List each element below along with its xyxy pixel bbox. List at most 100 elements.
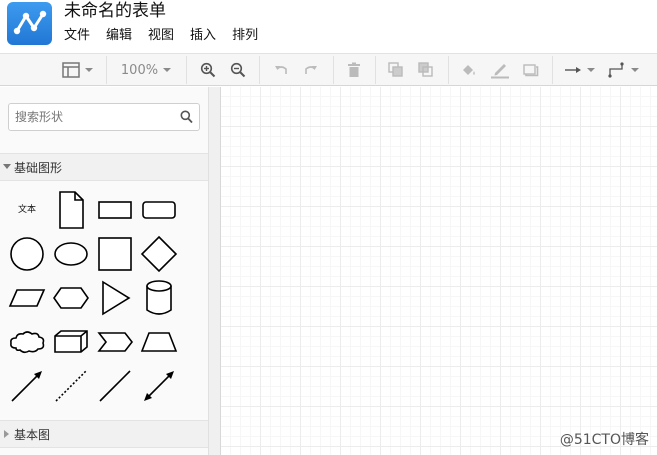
- arrow-right-icon: [564, 67, 581, 73]
- document-title[interactable]: 未命名的表单: [64, 0, 166, 22]
- zoom-out-button[interactable]: [227, 59, 249, 81]
- toolbar-divider: [106, 56, 107, 84]
- shape-diamond[interactable]: [139, 234, 179, 274]
- document-shape-icon: [59, 191, 84, 229]
- shape-rectangle[interactable]: [95, 190, 135, 230]
- shape-dotted-line[interactable]: [51, 366, 91, 406]
- shape-circle[interactable]: [7, 234, 47, 274]
- menu-arrange[interactable]: 排列: [232, 27, 258, 45]
- chevron-down-icon: [84, 68, 93, 72]
- shape-cylinder[interactable]: [139, 278, 179, 318]
- trapezoid-shape-icon: [140, 332, 178, 352]
- trash-icon: [348, 62, 360, 77]
- undo-button[interactable]: [270, 59, 292, 81]
- panel-layout-icon: [61, 62, 80, 78]
- toolbar: 100%: [0, 53, 657, 86]
- shape-document[interactable]: [51, 190, 91, 230]
- chevron-right-icon: [4, 430, 9, 438]
- sidebar: 基础图形 文本: [0, 87, 208, 455]
- shape-hexagon[interactable]: [51, 278, 91, 318]
- menu-bar: 文件 编辑 视图 插入 排列: [64, 27, 274, 45]
- menu-view[interactable]: 视图: [148, 27, 174, 45]
- menu-file[interactable]: 文件: [64, 27, 90, 45]
- app-window: 未命名的表单 文件 编辑 视图 插入 排列 100% 搜索形状 基础图形 文本 …: [0, 0, 657, 455]
- toolbar-divider: [333, 56, 334, 84]
- shape-parallelogram[interactable]: [7, 278, 47, 318]
- shape-ellipse[interactable]: [51, 234, 91, 274]
- pencil-icon: [491, 64, 509, 79]
- shape-rounded-rectangle[interactable]: [139, 190, 179, 230]
- layout-panel-button[interactable]: [58, 59, 96, 81]
- search-icon[interactable]: [180, 110, 193, 124]
- shape-cube[interactable]: [51, 322, 91, 362]
- cylinder-shape-icon: [146, 280, 172, 315]
- bidirectional-arrow-icon: [144, 371, 174, 401]
- ellipse-shape-icon: [54, 242, 88, 266]
- rectangle-shape-icon: [98, 201, 132, 219]
- toolbar-divider: [448, 56, 449, 84]
- shape-text[interactable]: 文本: [7, 190, 47, 230]
- shape-triangle[interactable]: [95, 278, 135, 318]
- toolbar-divider: [259, 56, 260, 84]
- line-color-button[interactable]: [488, 59, 512, 81]
- section-label: 基本图: [14, 428, 51, 442]
- toolbar-divider: [375, 56, 376, 84]
- shadow-button[interactable]: [520, 59, 542, 81]
- hexagon-shape-icon: [53, 287, 89, 309]
- toolbar-divider: [186, 56, 187, 84]
- bring-to-front-icon: [388, 62, 403, 77]
- chevron-down-icon: [586, 68, 595, 72]
- connector-style-button[interactable]: [562, 59, 596, 81]
- toolbar-divider: [552, 56, 553, 84]
- line-icon: [99, 370, 131, 402]
- send-to-back-button[interactable]: [415, 59, 437, 81]
- send-to-back-icon: [418, 62, 433, 77]
- shape-line[interactable]: [95, 366, 135, 406]
- section-basic-diagrams[interactable]: 基本图: [0, 420, 208, 448]
- zoom-select[interactable]: 100%: [118, 59, 174, 81]
- redo-button[interactable]: [300, 59, 322, 81]
- logo-graph-icon: [13, 10, 47, 35]
- shape-step[interactable]: [95, 322, 135, 362]
- undo-icon: [275, 66, 287, 74]
- chevron-down-icon: [163, 68, 172, 72]
- app-logo[interactable]: [7, 2, 52, 45]
- paint-bucket-icon: [463, 65, 475, 75]
- delete-button[interactable]: [343, 59, 365, 81]
- rounded-rectangle-shape-icon: [142, 201, 176, 219]
- shadow-icon: [523, 64, 539, 77]
- square-shape-icon: [98, 237, 132, 271]
- zoom-in-icon: [200, 62, 216, 78]
- circle-shape-icon: [10, 237, 44, 271]
- menu-edit[interactable]: 编辑: [106, 27, 132, 45]
- zoom-in-button[interactable]: [197, 59, 219, 81]
- shape-trapezoid[interactable]: [139, 322, 179, 362]
- zoom-level: 100%: [120, 62, 159, 78]
- arrow-line-icon: [11, 371, 42, 402]
- shape-cloud[interactable]: [7, 322, 47, 362]
- redo-icon: [305, 66, 317, 74]
- zoom-out-icon: [230, 62, 246, 78]
- search-box: [8, 103, 200, 131]
- shapes-panel: 文本: [0, 182, 208, 419]
- shape-text-label: 文本: [17, 205, 36, 215]
- shape-square[interactable]: [95, 234, 135, 274]
- watermark: @51CTO博客: [559, 432, 649, 448]
- bring-to-front-button[interactable]: [385, 59, 407, 81]
- shape-bidirectional-arrow[interactable]: [139, 366, 179, 406]
- shape-arrow[interactable]: [7, 366, 47, 406]
- fill-color-button[interactable]: [458, 59, 480, 81]
- drawing-canvas[interactable]: @51CTO博客: [221, 87, 657, 455]
- elbow-connector-icon: [607, 62, 624, 78]
- search-input[interactable]: [15, 104, 175, 130]
- section-basic-shapes[interactable]: 基础图形: [0, 153, 208, 181]
- waypoint-style-button[interactable]: [605, 59, 641, 81]
- triangle-shape-icon: [102, 280, 131, 316]
- diamond-shape-icon: [140, 235, 178, 273]
- sidebar-splitter[interactable]: [208, 87, 221, 455]
- parallelogram-shape-icon: [8, 289, 46, 307]
- cube-shape-icon: [54, 330, 88, 353]
- menu-insert[interactable]: 插入: [190, 27, 216, 45]
- dotted-line-icon: [55, 370, 87, 402]
- chevron-down-icon: [630, 68, 639, 72]
